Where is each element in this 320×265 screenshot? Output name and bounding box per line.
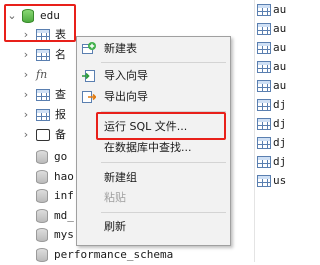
table-icon <box>257 61 271 73</box>
menu-item-new-group[interactable]: 新建组 <box>77 168 230 188</box>
table-icon <box>257 137 271 149</box>
report-icon <box>36 109 50 121</box>
context-menu: 新建表 导入向导 导出向导 运行 SQL 文件... 在数据库中查找... 新建… <box>76 36 231 246</box>
table-icon <box>257 99 271 111</box>
menu-item-label: 新建表 <box>104 42 137 55</box>
list-item-label: au <box>273 3 287 16</box>
table-icon <box>257 118 271 130</box>
list-item-label: dj <box>273 136 287 149</box>
chevron-right-icon[interactable]: › <box>20 45 32 65</box>
database-icon <box>36 248 48 262</box>
database-icon <box>36 209 48 223</box>
table-icon <box>257 175 271 187</box>
table-icon <box>257 80 271 92</box>
menu-item-paste: 粘贴 <box>77 188 230 208</box>
tree-item-label: performance_schema <box>54 248 174 261</box>
database-icon <box>36 189 48 203</box>
list-item-label: au <box>273 60 287 73</box>
tree-item-label: inf <box>54 189 74 202</box>
list-item-label: au <box>273 41 287 54</box>
database-icon <box>36 150 48 164</box>
tree-item-label: mys <box>54 228 74 241</box>
export-wizard-icon <box>82 90 97 104</box>
tree-item-label: 名 <box>55 48 66 61</box>
menu-separator <box>101 212 226 213</box>
menu-item-export-wizard[interactable]: 导出向导 <box>77 87 230 107</box>
menu-separator <box>101 62 226 63</box>
chevron-right-icon[interactable]: › <box>20 105 32 125</box>
list-item-label: dj <box>273 117 287 130</box>
table-icon <box>257 156 271 168</box>
menu-item-label: 在数据库中查找... <box>104 141 192 154</box>
chevron-right-icon[interactable]: › <box>20 125 32 145</box>
list-item-label: us <box>273 174 287 187</box>
database-icon <box>36 228 48 242</box>
function-icon: fn <box>36 68 48 81</box>
backup-icon <box>36 129 50 141</box>
view-icon <box>36 49 50 61</box>
menu-separator <box>101 162 226 163</box>
highlight-box-edu <box>4 4 76 42</box>
menu-item-label: 导入向导 <box>104 69 148 82</box>
list-item-label: au <box>273 22 287 35</box>
menu-item-import-wizard[interactable]: 导入向导 <box>77 66 230 86</box>
list-item-label: au <box>273 79 287 92</box>
tree-item-label: 报 <box>55 108 66 121</box>
menu-item-find-in-database[interactable]: 在数据库中查找... <box>77 138 230 158</box>
menu-item-refresh[interactable]: 刷新 <box>77 217 230 237</box>
chevron-right-icon[interactable]: › <box>20 85 32 105</box>
tree-item-label: go <box>54 150 68 163</box>
import-wizard-icon <box>82 69 96 83</box>
table-icon <box>257 4 271 16</box>
database-icon <box>36 170 48 184</box>
new-table-icon <box>82 42 96 56</box>
query-icon <box>36 89 50 101</box>
object-list: au au au au au dj dj dj dj us <box>254 0 287 262</box>
menu-item-label: 新建组 <box>104 171 137 184</box>
table-icon <box>257 23 271 35</box>
tree-item-label: md_ <box>54 209 74 222</box>
tree-item-label: 查 <box>55 88 66 101</box>
list-item-label: dj <box>273 155 287 168</box>
list-item-label: dj <box>273 98 287 111</box>
tree-item-label: 备 <box>55 128 66 141</box>
menu-item-new-table[interactable]: 新建表 <box>77 39 230 59</box>
table-icon <box>257 42 271 54</box>
tree-item-label: hao <box>54 170 74 183</box>
menu-item-label: 粘贴 <box>104 191 126 204</box>
menu-item-label: 刷新 <box>104 220 126 233</box>
chevron-right-icon[interactable]: › <box>20 65 32 85</box>
menu-item-label: 导出向导 <box>104 90 148 103</box>
highlight-box-run-sql <box>96 112 226 140</box>
